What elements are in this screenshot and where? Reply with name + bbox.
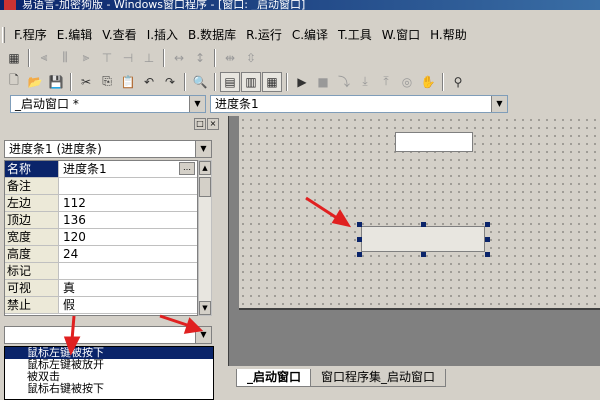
arrow-to-control (305, 196, 352, 228)
annotation-arrows (63, 196, 352, 356)
arrow-to-dropdown-item (63, 315, 81, 356)
arrow-to-event-combo (159, 314, 204, 334)
